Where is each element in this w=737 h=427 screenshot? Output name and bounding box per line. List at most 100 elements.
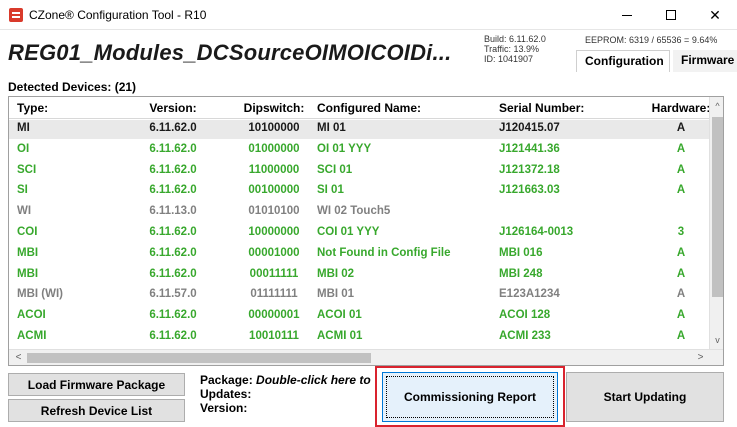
title-bar: CZone® Configuration Tool - R10 ✕ xyxy=(0,0,737,30)
focus-rectangle xyxy=(386,376,554,418)
device-type: SI xyxy=(17,184,28,197)
table-row[interactable]: OI 6.11.62.0 01000000 OI 01 YYY J121441.36 A xyxy=(9,141,723,160)
table-row[interactable]: ACMI 6.11.62.0 10010111 ACMI 01 ACMI 233 A xyxy=(9,328,723,347)
vertical-scrollbar[interactable]: ^ v xyxy=(709,97,723,349)
traffic-level: Traffic: 13.9% xyxy=(484,44,540,54)
device-version: 6.11.62.0 xyxy=(149,184,197,197)
device-type: COI xyxy=(17,226,38,238)
device-configured-name: MBI 01 xyxy=(317,288,355,301)
device-serial-number: ACMI 233 xyxy=(499,330,551,342)
device-dipswitch: 01111111 xyxy=(250,288,298,301)
device-dipswitch: 00100000 xyxy=(248,184,300,197)
device-version: 6.11.62.0 xyxy=(149,142,197,155)
package-value[interactable]: Double-click here to xyxy=(256,373,371,387)
device-type: ACMI xyxy=(17,330,47,342)
device-dipswitch: 10000000 xyxy=(248,226,300,238)
czone-app-icon xyxy=(9,8,23,22)
horizontal-scroll-thumb[interactable] xyxy=(27,353,371,363)
eeprom-usage: EEPROM: 6319 / 65536 = 9.64% xyxy=(585,35,718,45)
device-dipswitch: 01010100 xyxy=(248,205,300,218)
device-configured-name: SCI 01 xyxy=(317,163,353,176)
device-configured-name: MBI 02 xyxy=(317,267,355,280)
device-serial-number: ACOI 128 xyxy=(499,309,551,322)
close-icon: ✕ xyxy=(709,6,721,23)
scroll-down-icon[interactable]: v xyxy=(710,333,723,347)
vertical-scroll-thumb[interactable] xyxy=(712,117,723,297)
device-type: ACOI xyxy=(17,309,46,322)
header: REG01_Modules_DCSourceOIMOICOIDi... Buil… xyxy=(0,31,737,77)
table-row[interactable]: WI 6.11.13.0 01010100 WI 02 Touch5 xyxy=(9,203,723,222)
commissioning-report-button[interactable]: Commissioning Report xyxy=(382,372,558,422)
minimize-icon xyxy=(622,14,632,16)
device-table[interactable]: Type: Version: Dipswitch: Configured Nam… xyxy=(8,96,724,366)
device-serial-number: MBI 016 xyxy=(499,246,543,259)
scroll-left-icon[interactable]: < xyxy=(11,350,26,365)
device-dipswitch: 00001000 xyxy=(248,246,300,259)
table-row[interactable]: SCI 6.11.62.0 11000000 SCI 01 J121372.18 A xyxy=(9,162,723,181)
table-row[interactable]: MBI 6.11.62.0 00011111 MBI 02 MBI 248 A xyxy=(9,266,723,285)
load-firmware-package-button[interactable]: Load Firmware Package xyxy=(8,373,185,396)
device-configured-name: WI 02 Touch5 xyxy=(317,205,391,218)
device-serial-number: MBI 248 xyxy=(499,267,543,280)
horizontal-scrollbar[interactable]: < > xyxy=(9,349,723,365)
column-header-version[interactable]: Version: xyxy=(133,101,213,115)
tab-firmware[interactable]: Firmware xyxy=(673,50,737,72)
device-configured-name: Not Found in Config File xyxy=(317,246,451,259)
device-type: MBI (WI) xyxy=(17,288,63,301)
minimize-button[interactable] xyxy=(605,0,649,30)
maximize-icon xyxy=(666,10,676,20)
device-dipswitch: 10010111 xyxy=(249,330,299,342)
version-label: Version: xyxy=(200,401,248,415)
device-configured-name: SI 01 xyxy=(317,184,344,197)
device-dipswitch: 01000000 xyxy=(248,142,300,155)
config-file-name: REG01_Modules_DCSourceOIMOICOIDi... xyxy=(8,40,452,65)
table-row[interactable]: MI 6.11.62.0 10100000 MI 01 J120415.07 A xyxy=(9,120,723,139)
build-version: Build: 6.11.62.0 xyxy=(484,34,546,44)
device-type: OI xyxy=(17,142,30,155)
device-configured-name: MI 01 xyxy=(317,122,346,134)
column-header-dipswitch[interactable]: Dipswitch: xyxy=(229,101,319,115)
device-type: MBI xyxy=(17,267,39,280)
device-serial-number: J121663.03 xyxy=(499,184,560,197)
start-updating-button[interactable]: Start Updating xyxy=(566,372,724,422)
device-type: MBI xyxy=(17,246,39,259)
build-info: Build: 6.11.62.0 Traffic: 13.9% ID: 1041… xyxy=(484,34,546,64)
table-header: Type: Version: Dipswitch: Configured Nam… xyxy=(9,97,723,119)
device-serial-number: J121441.36 xyxy=(499,142,560,155)
device-version: 6.11.62.0 xyxy=(149,309,197,322)
device-serial-number: J120415.07 xyxy=(499,122,560,134)
column-header-serial-number[interactable]: Serial Number: xyxy=(499,101,584,115)
device-configured-name: COI 01 YYY xyxy=(317,226,380,238)
maximize-button[interactable] xyxy=(649,0,693,30)
device-version: 6.11.62.0 xyxy=(149,246,197,259)
column-header-configured-name[interactable]: Configured Name: xyxy=(317,101,421,115)
table-row[interactable]: ACOI 6.11.62.0 00000001 ACOI 01 ACOI 128 A xyxy=(9,307,723,326)
device-version: 6.11.62.0 xyxy=(149,122,197,134)
table-row[interactable]: COI 6.11.62.0 10000000 COI 01 YYY J126164-00… xyxy=(9,224,723,243)
table-row[interactable]: MBI (WI) 6.11.57.0 01111111 MBI 01 E123A1234… xyxy=(9,286,723,305)
device-id: ID: 1041907 xyxy=(484,54,534,64)
device-version: 6.11.13.0 xyxy=(149,205,197,218)
updates-label: Updates: xyxy=(200,387,252,401)
device-version: 6.11.57.0 xyxy=(149,288,197,301)
refresh-device-list-button[interactable]: Refresh Device List xyxy=(8,399,185,422)
detected-devices-label: Detected Devices: (21) xyxy=(8,80,137,94)
device-serial-number: J126164-0013 xyxy=(499,226,574,238)
device-configured-name: OI 01 YYY xyxy=(317,142,372,155)
window-title: CZone® Configuration Tool - R10 xyxy=(29,8,207,22)
table-row[interactable]: SI 6.11.62.0 00100000 SI 01 J121663.03 A xyxy=(9,182,723,201)
tab-configuration[interactable]: Configuration xyxy=(576,50,670,72)
device-serial-number: E123A1234 xyxy=(499,288,560,301)
scroll-up-icon[interactable]: ^ xyxy=(710,99,723,113)
package-info: Package: Double-click here to Updates: V… xyxy=(200,373,371,415)
device-version: 6.11.62.0 xyxy=(149,330,197,342)
table-row[interactable]: MBI 6.11.62.0 00001000 Not Found in Config … xyxy=(9,245,723,264)
device-version: 6.11.62.0 xyxy=(149,267,197,280)
device-configured-name: ACMI 01 xyxy=(317,330,363,342)
close-button[interactable]: ✕ xyxy=(693,0,737,30)
device-dipswitch: 00011111 xyxy=(249,267,299,280)
device-dipswitch: 10100000 xyxy=(248,122,300,134)
column-header-type[interactable]: Type: xyxy=(17,101,48,115)
package-label: Package: xyxy=(200,373,253,387)
scroll-right-icon[interactable]: > xyxy=(693,350,708,365)
